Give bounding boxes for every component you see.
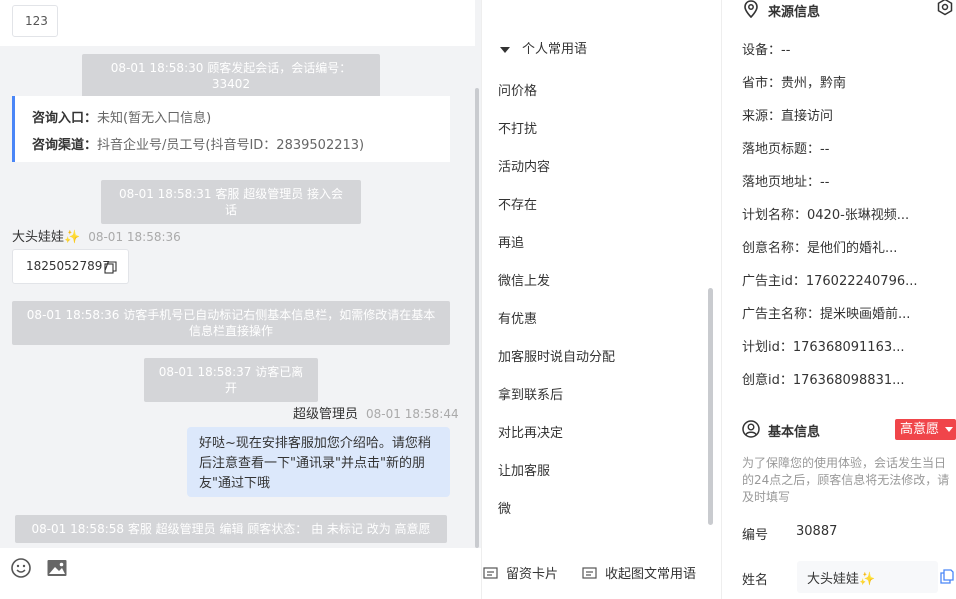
customer-id-value: 30887 [796, 524, 838, 539]
entry-label: 咨询入口： [32, 111, 98, 126]
phrase-item[interactable]: 有优惠 [498, 308, 537, 327]
channel-value: 抖音企业号/员工号(抖音号ID：2839502213) [97, 138, 365, 153]
intent-status-label: 高意愿 [900, 422, 940, 437]
info-row-advertiser-id: 广告主id：176022240796... [742, 274, 918, 289]
settings-icon[interactable] [936, 0, 954, 16]
user-icon [742, 420, 760, 438]
info-row-landing-title: 落地页标题：-- [742, 142, 830, 157]
phrase-group-header[interactable]: 个人常用语 [500, 38, 587, 57]
entry-value: 未知(暂无入口信息) [97, 111, 212, 126]
customer-name-value: 大头娃娃 [807, 572, 860, 587]
customer-name-emoji: ✨ [859, 572, 876, 587]
phrase-item[interactable]: 活动内容 [498, 156, 550, 175]
agent-time: 08-01 18:58:44 [366, 407, 459, 421]
intent-status-dropdown[interactable]: 高意愿 [895, 419, 956, 440]
agent-name: 超级管理员 [293, 407, 359, 422]
lead-card-button[interactable]: 留资卡片 [483, 563, 558, 582]
phrase-item[interactable]: 再追 [498, 232, 524, 251]
image-icon[interactable] [46, 557, 68, 579]
chat-panel: 123 08-01 18:58:30 顾客发起会话，会话编号：33402 咨询入… [0, 0, 481, 599]
channel-label: 咨询渠道： [32, 138, 98, 153]
visitor-message-bubble[interactable]: 18250527897 [12, 249, 129, 284]
chat-top-strip [0, 0, 475, 46]
info-row-landing-url: 落地页地址：-- [742, 175, 830, 190]
info-row-region: 省市：贵州，黔南 [742, 76, 847, 91]
agent-message-bubble: 好哒~现在安排客服加您介绍哈。请您稍后注意查看一下"通讯录"并点击"新的朋友"通… [187, 427, 450, 497]
info-row-creative-id: 创意id：176368098831... [742, 373, 905, 388]
visitor-name: 大头娃娃 [12, 230, 65, 245]
chat-scrollbar[interactable] [475, 88, 479, 548]
chat-input-toolbar [0, 548, 481, 599]
copy-icon[interactable] [940, 569, 954, 584]
phrase-item[interactable]: 对比再决定 [498, 422, 563, 441]
info-row-advertiser-name: 广告主名称：提米映画婚前... [742, 307, 911, 322]
phrase-item[interactable]: 问价格 [498, 80, 537, 99]
copy-icon[interactable] [104, 261, 117, 274]
system-message-auto-mark: 08-01 18:58:36 访客手机号已自动标记右侧基本信息栏，如需修改请在基… [12, 301, 450, 345]
phrase-item[interactable]: 微 [498, 498, 511, 517]
system-message-agent-join: 08-01 18:58:31 客服 超级管理员 接入会话 [101, 180, 361, 224]
info-row-creative-name: 创意名称：是他们的婚礼... [742, 241, 898, 256]
info-row-plan-name: 计划名称：0420-张琳视频... [742, 208, 910, 223]
phrase-item[interactable]: 微信上发 [498, 270, 550, 289]
customer-name-field[interactable]: 大头娃娃✨ [797, 561, 938, 593]
customer-name-label: 姓名 [742, 573, 769, 588]
visitor-header: 大头娃娃✨ 08-01 18:58:36 [12, 226, 181, 245]
system-message-edit-status: 08-01 18:58:58 客服 超级管理员 编辑 顾客状态： 由 未标记 改… [15, 515, 447, 543]
message-bubble-top: 123 [12, 5, 58, 37]
visitor-time: 08-01 18:58:36 [88, 230, 181, 244]
collapse-phrases-label: 收起图文常用语 [605, 567, 697, 582]
info-row-plan-id: 计划id：176368091163... [742, 340, 905, 355]
visitor-message-text: 18250527897 [26, 259, 110, 273]
agent-header: 超级管理员 08-01 18:58:44 [293, 403, 459, 422]
entry-info-card: 咨询入口：未知(暂无入口信息) 咨询渠道：抖音企业号/员工号(抖音号ID：283… [12, 96, 450, 162]
location-pin-icon [744, 0, 758, 18]
system-message-session-start: 08-01 18:58:30 顾客发起会话，会话编号：33402 [82, 54, 380, 98]
card-icon [483, 567, 498, 579]
source-info-title: 来源信息 [768, 5, 821, 20]
visitor-emoji: ✨ [64, 230, 81, 245]
caret-down-icon [500, 46, 510, 53]
phrase-group-title: 个人常用语 [522, 42, 588, 57]
basic-info-title: 基本信息 [768, 425, 821, 440]
message-text: 123 [25, 14, 48, 28]
collapse-icon [582, 567, 597, 579]
info-edit-hint: 为了保障您的使用体验，会话发生当日的24点之后，顾客信息将无法修改，请及时填写 [742, 456, 950, 504]
agent-message-text: 好哒~现在安排客服加您介绍哈。请您稍后注意查看一下"通讯录"并点击"新的朋友"通… [199, 436, 431, 491]
lead-card-label: 留资卡片 [506, 567, 559, 582]
customer-id-label: 编号 [742, 528, 769, 543]
phrase-item[interactable]: 不打扰 [498, 118, 537, 137]
phrase-item[interactable]: 拿到联系后 [498, 384, 563, 403]
caret-down-icon [945, 427, 954, 432]
info-row-source: 来源：直接访问 [742, 109, 834, 124]
chat-message-area: 123 08-01 18:58:30 顾客发起会话，会话编号：33402 咨询入… [0, 0, 481, 548]
phrase-item[interactable]: 让加客服 [498, 460, 550, 479]
phrase-item[interactable]: 不存在 [498, 194, 537, 213]
system-message-left: 08-01 18:58:37 访客已离开 [144, 358, 318, 402]
collapse-phrases-button[interactable]: 收起图文常用语 [582, 563, 696, 582]
info-row-device: 设备：-- [742, 43, 791, 58]
phrase-item[interactable]: 加客服时说自动分配 [498, 346, 615, 365]
phrase-scrollbar[interactable] [708, 288, 713, 525]
emoji-icon[interactable] [10, 557, 32, 579]
